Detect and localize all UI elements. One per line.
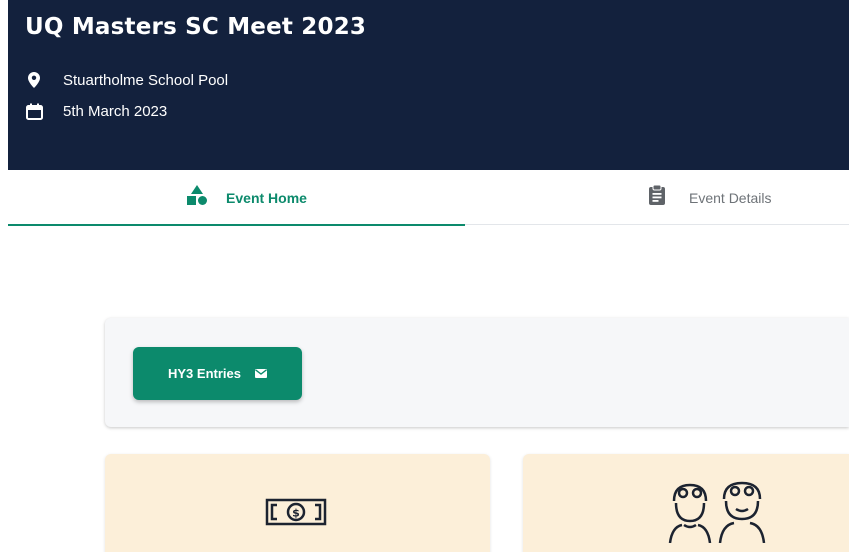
- shapes-icon: [186, 184, 208, 211]
- hy3-entries-button[interactable]: HY3 Entries: [133, 347, 302, 400]
- tab-event-home[interactable]: Event Home: [8, 170, 465, 226]
- map-pin-icon: [25, 71, 43, 89]
- entries-panel: HY3 Entries: [105, 318, 849, 427]
- swimmers-icon: [666, 481, 766, 548]
- tab-event-details[interactable]: Event Details: [465, 170, 849, 225]
- swimmers-card[interactable]: [523, 454, 849, 552]
- active-tab-indicator: [8, 224, 465, 226]
- date-row: 5th March 2023: [25, 102, 167, 120]
- fees-card[interactable]: $: [105, 454, 490, 552]
- page-title: UQ Masters SC Meet 2023: [25, 14, 367, 40]
- calendar-icon: [25, 102, 43, 120]
- tab-event-home-label: Event Home: [226, 189, 307, 206]
- money-icon: $: [265, 498, 327, 531]
- location-row: Stuartholme School Pool: [25, 71, 228, 89]
- svg-text:$: $: [292, 507, 300, 520]
- event-tabs: Event Home Event Details: [8, 170, 849, 226]
- hy3-entries-label: HY3 Entries: [168, 366, 241, 381]
- tab-event-details-label: Event Details: [689, 189, 772, 206]
- envelope-icon: [254, 365, 267, 383]
- clipboard-icon: [649, 184, 665, 210]
- event-date: 5th March 2023: [63, 102, 168, 120]
- event-header: UQ Masters SC Meet 2023 Stuartholme Scho…: [8, 0, 849, 170]
- event-location: Stuartholme School Pool: [63, 71, 229, 89]
